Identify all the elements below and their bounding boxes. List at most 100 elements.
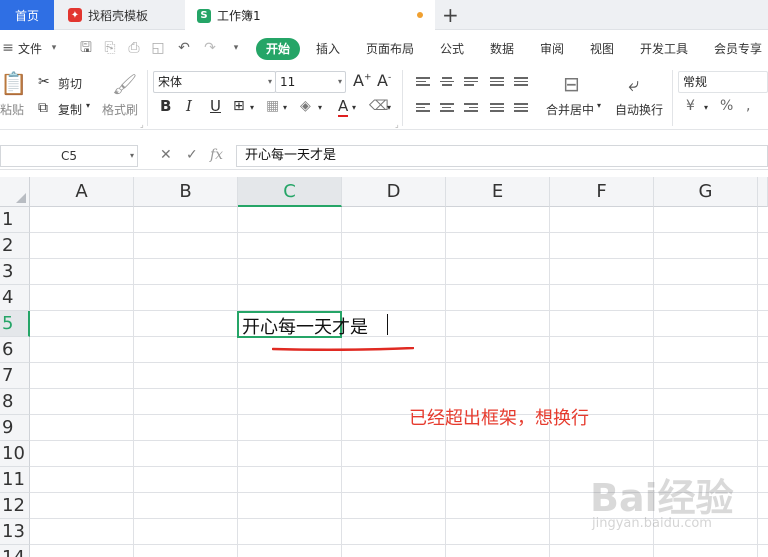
row-header-11[interactable]: 11 [0, 467, 30, 493]
paste-label[interactable]: 粘贴 [0, 101, 24, 118]
quick-access-chevron-icon[interactable]: ▾ [228, 40, 244, 56]
copy-label[interactable]: 复制 [58, 101, 82, 118]
bold-button[interactable]: B [160, 97, 171, 115]
align-top-icon[interactable] [416, 77, 430, 89]
underline-button[interactable]: U [210, 97, 221, 115]
shrink-font-button[interactable]: A- [377, 71, 391, 90]
redo-icon[interactable]: ↷ [202, 40, 218, 56]
font-color-chevron-icon[interactable]: ▾ [352, 103, 356, 112]
align-bottom-icon[interactable] [464, 77, 478, 89]
grow-font-button[interactable]: A+ [353, 71, 372, 90]
align-center-icon[interactable] [440, 103, 454, 115]
merge-chevron-icon[interactable]: ▾ [597, 101, 601, 110]
row-header-3[interactable]: 3 [0, 259, 30, 285]
hamburger-icon[interactable]: ≡ [0, 40, 16, 56]
align-left-icon[interactable] [416, 103, 430, 115]
print-preview-icon[interactable]: ◱ [150, 40, 166, 56]
borders-chevron-icon[interactable]: ▾ [250, 103, 254, 112]
row-header-1[interactable]: 1 [0, 207, 30, 233]
column-header-g[interactable]: G [654, 177, 758, 207]
indent-icon[interactable] [514, 77, 528, 89]
eraser-chevron-icon[interactable]: ▾ [387, 103, 391, 112]
cancel-x-icon[interactable]: ✕ [160, 147, 172, 163]
fx-icon[interactable]: fx [210, 147, 223, 163]
menu-data[interactable]: 数据 [490, 40, 514, 57]
export-pdf-icon[interactable]: ⎘ [102, 40, 118, 56]
fill-color-chevron-icon[interactable]: ▾ [318, 103, 322, 112]
thousands-icon[interactable]: , [746, 98, 750, 114]
spreadsheet-grid[interactable]: ABCDEFG 1234567891011121314 开心每一天才是 已经超出… [0, 177, 768, 557]
cell-style-chevron-icon[interactable]: ▾ [283, 103, 287, 112]
menu-developer[interactable]: 开发工具 [640, 40, 688, 57]
row-header-4[interactable]: 4 [0, 285, 30, 311]
row-header-14[interactable]: 14 [0, 545, 30, 557]
new-tab-plus-icon[interactable]: + [442, 3, 459, 27]
format-painter-icon[interactable]: 🖌 [112, 72, 137, 96]
align-right-icon[interactable] [464, 103, 478, 115]
separator [672, 70, 673, 126]
justify-icon[interactable] [490, 103, 504, 115]
row-header-6[interactable]: 6 [0, 337, 30, 363]
menu-review[interactable]: 审阅 [540, 40, 564, 57]
cell-style-icon[interactable]: ▦ [266, 98, 279, 114]
save-icon[interactable]: 🖫 [78, 40, 94, 56]
currency-button[interactable]: ¥ [686, 98, 695, 114]
copy-icon[interactable]: ⧉ [38, 100, 48, 116]
row-header-2[interactable]: 2 [0, 233, 30, 259]
menu-insert[interactable]: 插入 [316, 40, 340, 57]
merge-center-icon[interactable]: ⊟ [563, 72, 580, 96]
clear-format-eraser-icon[interactable]: ⌫ [369, 98, 389, 114]
clipboard-launcher-icon[interactable]: ⌟ [140, 120, 144, 129]
paste-icon[interactable]: 📋 [0, 72, 27, 97]
menu-member[interactable]: 会员专享 [714, 40, 762, 57]
row-header-13[interactable]: 13 [0, 519, 30, 545]
align-middle-icon[interactable] [440, 77, 454, 89]
format-painter-label[interactable]: 格式刷 [102, 101, 138, 118]
currency-chevron-icon[interactable]: ▾ [704, 103, 708, 112]
tab-workbook[interactable]: S 工作簿1 [185, 0, 435, 31]
menu-file[interactable]: 文件 [18, 40, 42, 57]
row-header-12[interactable]: 12 [0, 493, 30, 519]
tab-home[interactable]: 首页 [0, 0, 54, 30]
file-dropdown-chevron-icon[interactable]: ▾ [46, 40, 62, 56]
cut-icon[interactable]: ✂ [38, 74, 50, 90]
font-name-select[interactable]: 宋体 ▾ [153, 71, 276, 93]
number-format-select[interactable]: 常规 [678, 71, 768, 93]
distributed-icon[interactable] [514, 103, 528, 115]
row-header-8[interactable]: 8 [0, 389, 30, 415]
merge-center-label[interactable]: 合并居中 [546, 101, 594, 118]
name-box[interactable]: C5 ▾ [0, 145, 138, 167]
print-icon[interactable]: ⎙ [126, 40, 142, 56]
menu-formula[interactable]: 公式 [440, 40, 464, 57]
formula-input[interactable]: 开心每一天才是 [236, 145, 768, 167]
orientation-icon[interactable] [490, 77, 504, 89]
tab-templates[interactable]: ✦ 找稻壳模板 [54, 0, 184, 30]
undo-icon[interactable]: ↶ [176, 40, 192, 56]
font-size-select[interactable]: 11 ▾ [275, 71, 346, 93]
column-header-b[interactable]: B [134, 177, 238, 207]
select-all-corner[interactable] [0, 177, 30, 207]
menu-view[interactable]: 视图 [590, 40, 614, 57]
confirm-check-icon[interactable]: ✓ [186, 147, 198, 163]
copy-dropdown-chevron-icon[interactable]: ▾ [86, 101, 90, 110]
font-color-button[interactable]: A [338, 97, 349, 117]
menu-start[interactable]: 开始 [256, 38, 301, 60]
cut-label[interactable]: 剪切 [58, 75, 82, 92]
column-header-a[interactable]: A [30, 177, 134, 207]
column-header-e[interactable]: E [446, 177, 550, 207]
column-header-c[interactable]: C [238, 177, 342, 207]
wrap-text-icon[interactable]: ⤶ [628, 72, 639, 96]
italic-button[interactable]: I [186, 97, 192, 115]
fill-color-icon[interactable]: ◈ [300, 98, 311, 114]
menu-page-layout[interactable]: 页面布局 [366, 40, 414, 57]
row-header-7[interactable]: 7 [0, 363, 30, 389]
column-header-f[interactable]: F [550, 177, 654, 207]
row-header-5[interactable]: 5 [0, 311, 30, 337]
wrap-text-label[interactable]: 自动换行 [615, 101, 663, 118]
row-header-9[interactable]: 9 [0, 415, 30, 441]
borders-icon[interactable]: ⊞ [233, 98, 245, 114]
column-header-d[interactable]: D [342, 177, 446, 207]
font-launcher-icon[interactable]: ⌟ [395, 120, 399, 129]
percent-button[interactable]: % [720, 98, 733, 114]
row-header-10[interactable]: 10 [0, 441, 30, 467]
